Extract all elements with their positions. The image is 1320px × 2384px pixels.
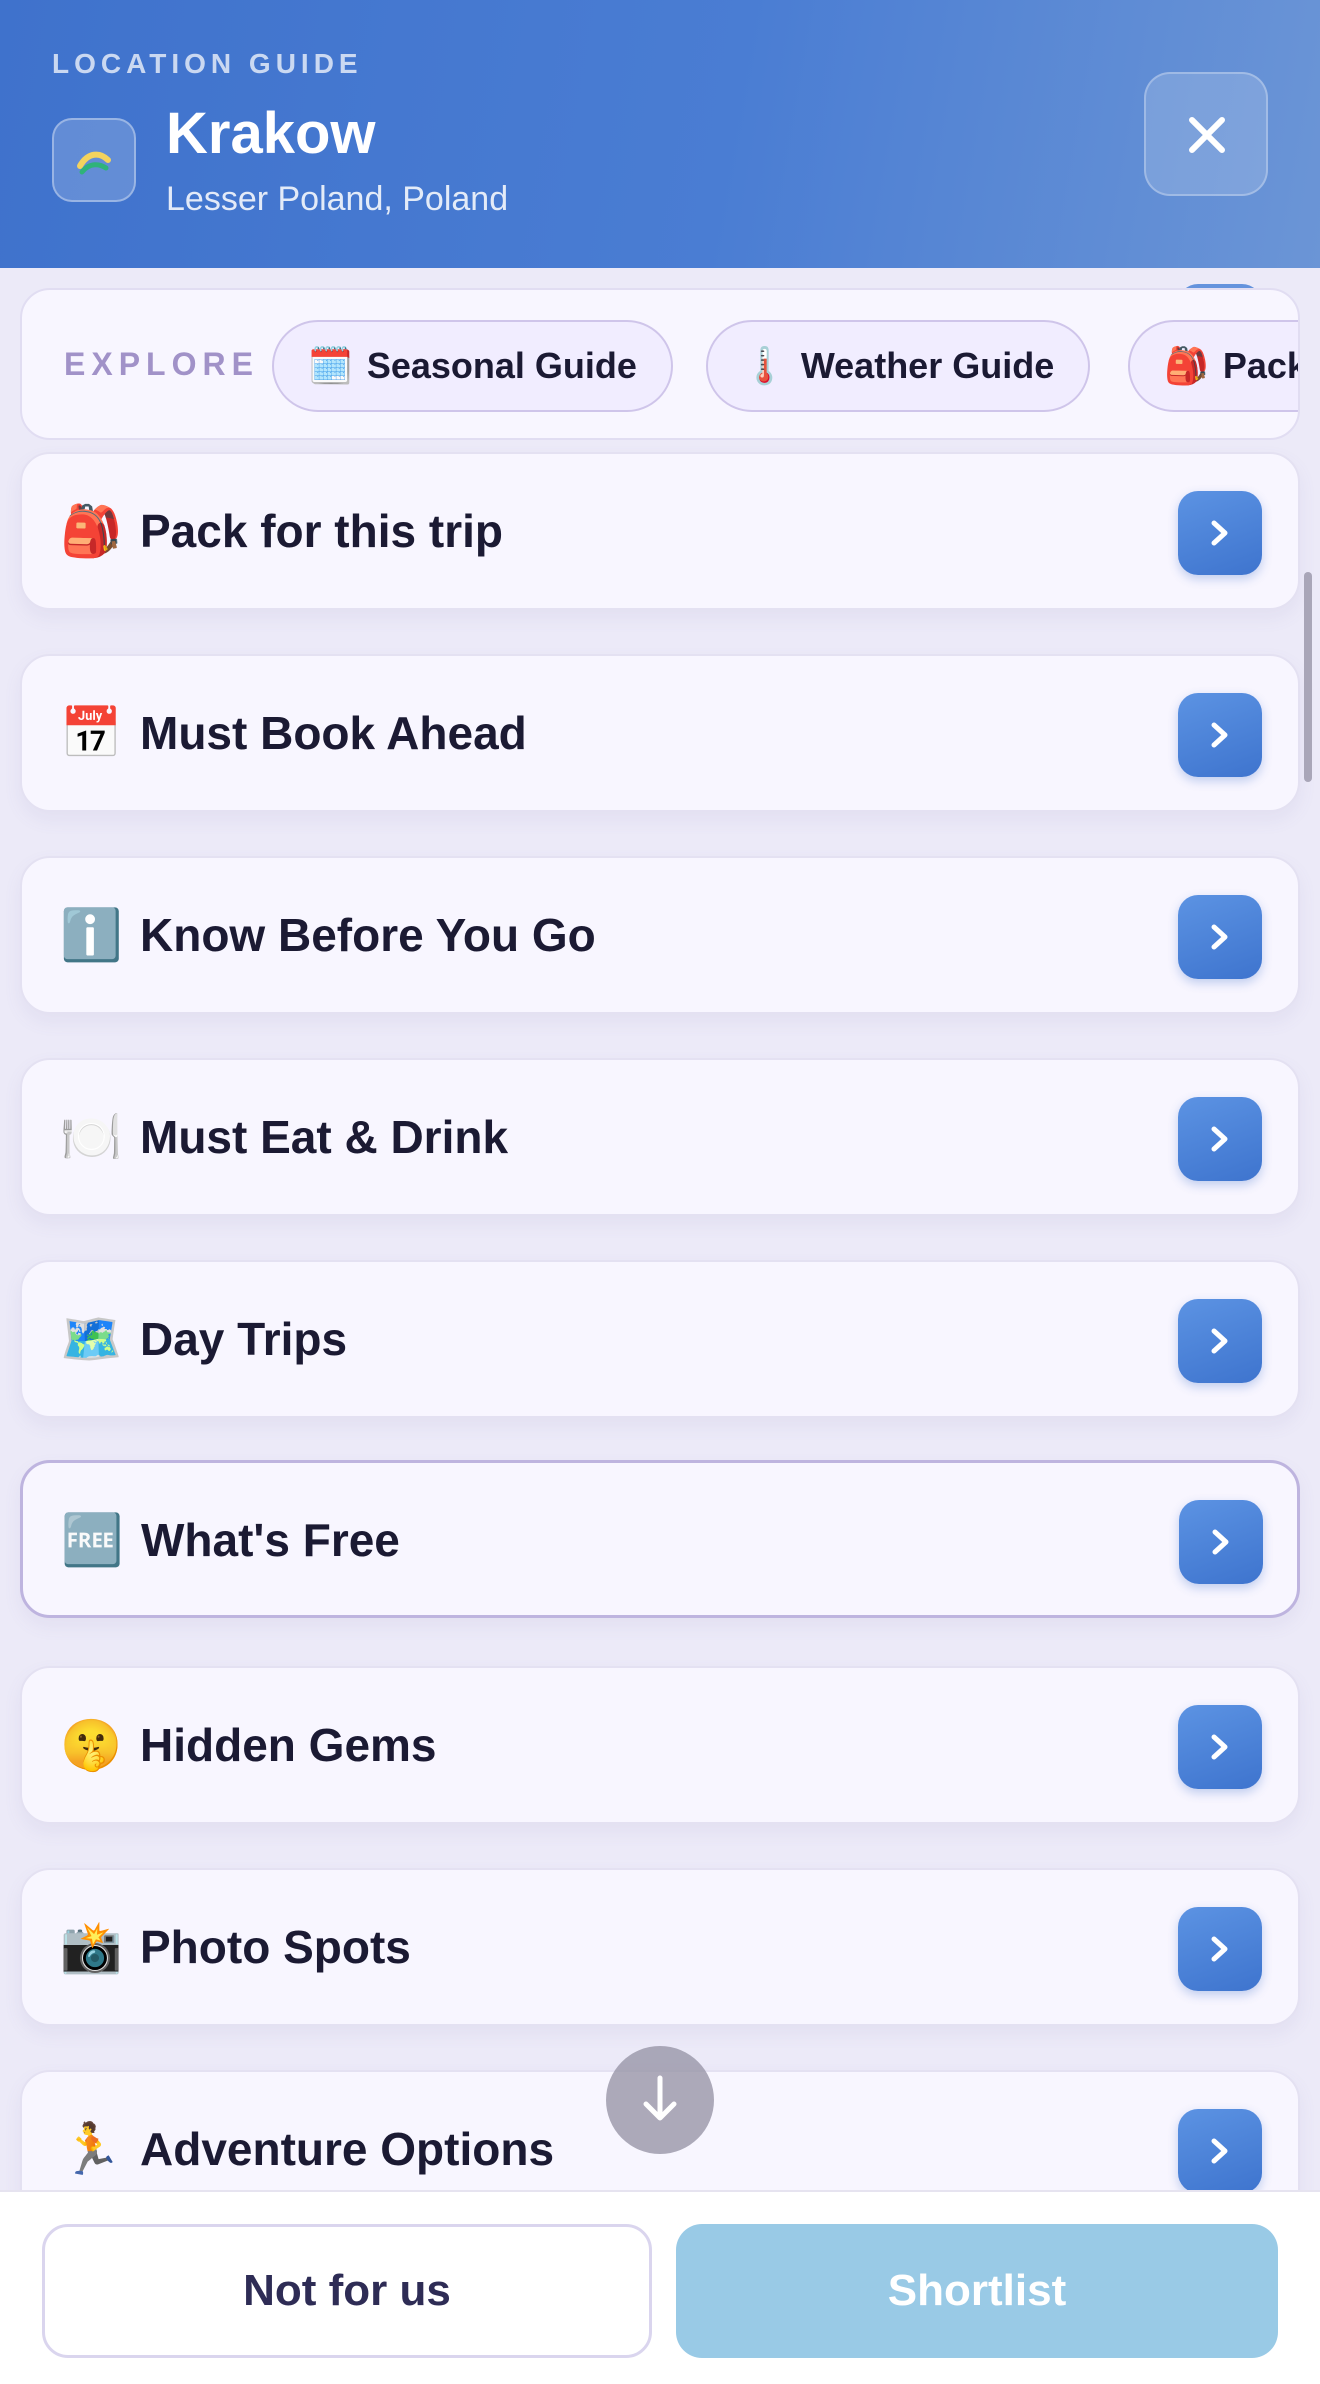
- chip-label: Weather Guide: [800, 345, 1055, 386]
- map-icon: 🗺️: [60, 1311, 123, 1367]
- open-section-button[interactable]: [1178, 895, 1262, 979]
- close-button[interactable]: [1144, 72, 1268, 196]
- free-icon: 🆓: [61, 1512, 124, 1568]
- section-hidden-gems[interactable]: 🤫 Hidden Gems: [20, 1666, 1300, 1824]
- runner-icon: 🏃: [60, 2121, 123, 2177]
- section-label: Must Book Ahead: [140, 707, 527, 759]
- calendar-icon: 📅: [60, 705, 123, 761]
- chevron-right-icon: [1211, 924, 1228, 950]
- section-pack-for-this-trip[interactable]: 🎒 Pack for this trip: [20, 452, 1300, 610]
- chip-label: Seasonal Guide: [366, 345, 637, 386]
- section-label: Adventure Options: [140, 2123, 555, 2175]
- region-subtitle: Lesser Poland, Poland: [166, 180, 509, 218]
- open-section-button[interactable]: [1178, 1299, 1262, 1383]
- header-eyebrow: LOCATION GUIDE: [52, 48, 363, 79]
- thermometer-icon: 🌡️: [742, 345, 787, 386]
- open-section-button[interactable]: [1178, 1705, 1262, 1789]
- calendar-icon: 🗓️: [308, 345, 353, 386]
- section-label: Must Eat & Drink: [140, 1111, 509, 1163]
- chevron-right-icon: [1211, 2138, 1228, 2164]
- section-must-eat-and-drink[interactable]: 🍽️ Must Eat & Drink: [20, 1058, 1300, 1216]
- header: LOCATION GUIDE Krakow Lesser Poland, Pol…: [0, 0, 1320, 268]
- open-section-button[interactable]: [1178, 693, 1262, 777]
- section-label: Photo Spots: [140, 1921, 411, 1973]
- chip-seasonal-guide[interactable]: 🗓️ Seasonal Guide: [272, 320, 673, 412]
- chevron-right-icon: [1211, 520, 1228, 546]
- open-section-button[interactable]: [1178, 1097, 1262, 1181]
- shortlist-button[interactable]: Shortlist: [676, 2224, 1278, 2358]
- open-section-button[interactable]: [1178, 1907, 1262, 1991]
- chevron-right-icon: [1211, 1734, 1228, 1760]
- chip-pack[interactable]: 🎒 Pack: [1128, 320, 1300, 412]
- backpack-icon: 🎒: [60, 503, 123, 559]
- section-day-trips[interactable]: 🗺️ Day Trips: [20, 1260, 1300, 1418]
- section-label: Pack for this trip: [140, 505, 503, 557]
- section-label: Day Trips: [140, 1313, 348, 1365]
- chevron-right-icon: [1212, 1529, 1229, 1555]
- shushing-face-icon: 🤫: [60, 1717, 123, 1773]
- sections-list[interactable]: EXPLORE 🗓️ Seasonal Guide 🌡️ Weather Gui…: [0, 268, 1320, 2190]
- chevron-right-icon: [1211, 1936, 1228, 1962]
- section-label: Hidden Gems: [140, 1719, 437, 1771]
- section-know-before-you-go[interactable]: ℹ️ Know Before You Go: [20, 856, 1300, 1014]
- vertical-scrollbar[interactable]: [1304, 572, 1312, 782]
- chevron-right-icon: [1211, 1328, 1228, 1354]
- scroll-down-button[interactable]: [606, 2046, 714, 2154]
- section-must-book-ahead[interactable]: 📅 Must Book Ahead: [20, 654, 1300, 812]
- chip-weather-guide[interactable]: 🌡️ Weather Guide: [706, 320, 1091, 412]
- info-icon: ℹ️: [60, 907, 123, 963]
- section-label: What's Free: [141, 1514, 400, 1566]
- section-label: Know Before You Go: [140, 909, 596, 961]
- section-whats-free[interactable]: 🆓 What's Free: [20, 1460, 1300, 1618]
- close-icon: [1189, 117, 1225, 153]
- chip-label: Pack: [1222, 345, 1300, 386]
- open-section-button[interactable]: [1178, 2109, 1262, 2190]
- city-title: Krakow: [166, 101, 376, 166]
- explore-bar[interactable]: EXPLORE 🗓️ Seasonal Guide 🌡️ Weather Gui…: [20, 288, 1300, 440]
- camera-flash-icon: 📸: [60, 1919, 123, 1975]
- arrow-down-icon: [643, 2075, 677, 2121]
- open-section-button[interactable]: [1179, 1500, 1263, 1584]
- explore-label: EXPLORE: [64, 346, 259, 382]
- section-photo-spots[interactable]: 📸 Photo Spots: [20, 1868, 1300, 2026]
- not-for-us-button[interactable]: Not for us: [42, 2224, 652, 2358]
- backpack-icon: 🎒: [1164, 345, 1209, 386]
- action-footer: Not for us Shortlist: [0, 2190, 1320, 2384]
- chevron-right-icon: [1211, 1126, 1228, 1152]
- chevron-right-icon: [1211, 722, 1228, 748]
- travel-logo-icon: [52, 118, 136, 202]
- open-section-button[interactable]: [1178, 491, 1262, 575]
- plate-icon: 🍽️: [60, 1109, 123, 1165]
